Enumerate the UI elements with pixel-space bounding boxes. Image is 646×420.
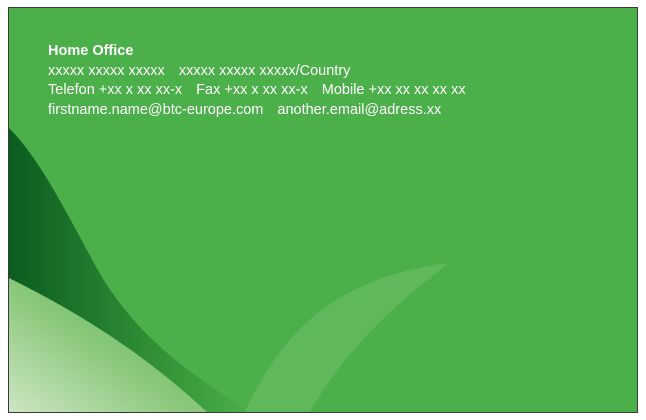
address-right: xxxxx xxxxx xxxxx/Country	[178, 62, 351, 79]
email-line: firstname.name@btc-europe.com another.ema…	[48, 101, 466, 121]
inner-c-shape	[101, 158, 449, 338]
address-left: xxxxx xxxxx xxxxx	[48, 62, 165, 79]
email-primary: firstname.name@btc-europe.com	[48, 101, 264, 118]
contact-block: Home Office xxxxx xxxxx xxxxx xxxxx xxxxx…	[48, 42, 466, 120]
email-secondary: another.email@adress.xx	[277, 101, 442, 118]
office-title: Home Office	[48, 43, 134, 59]
fax-number: Fax +xx x xx xx-x	[196, 82, 308, 98]
address-line: xxxxx xxxxx xxxxx xxxxx xxxxx xxxxx/Count…	[48, 62, 466, 82]
mobile-number: Mobile +xx xx xx xx xx	[321, 82, 466, 98]
light-diagonal	[244, 263, 449, 412]
phone-line: Telefon +xx x xx xx-x Fax +xx x xx xx-x Mo…	[48, 81, 466, 101]
business-card: Home Office xxxxx xxxxx xxxxx xxxxx xxxxx…	[8, 7, 638, 413]
phone-number: Telefon +xx x xx xx-x	[48, 82, 183, 98]
